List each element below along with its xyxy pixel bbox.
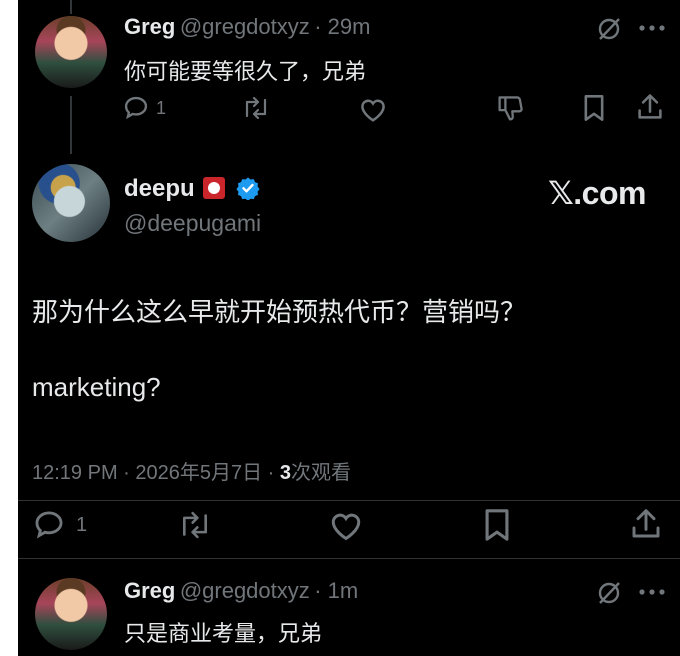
screen: Greg @gregdotxyz · 29m 你可能要等很久了，兄弟 1 dee… [18, 0, 680, 656]
tweet-meta: 12:19 PM · 2026年5月7日 · 3次观看 [32, 456, 351, 485]
views-label: 次观看 [291, 462, 352, 484]
thread-line-top [70, 0, 72, 14]
views-count: 3 [279, 462, 292, 484]
verified-badge-icon [235, 176, 260, 205]
main-author-row: deepu [124, 175, 260, 205]
reply-icon[interactable] [32, 508, 66, 542]
divider [18, 558, 680, 559]
grok-icon[interactable] [594, 578, 624, 608]
avatar-greg[interactable] [35, 578, 107, 650]
bookmark-icon[interactable] [582, 94, 606, 122]
reply-icon[interactable] [122, 94, 150, 122]
main-tweet-text-line2: marketing? [32, 372, 161, 402]
tweet-timestamp[interactable]: 12:19 PM · 2026年5月7日 · [32, 462, 280, 484]
more-icon[interactable] [638, 586, 666, 598]
divider [18, 500, 680, 501]
share-icon[interactable] [636, 92, 664, 122]
bookmark-icon[interactable] [482, 508, 512, 542]
reply-count: 1 [76, 514, 88, 536]
author-name[interactable]: deepu [124, 175, 195, 202]
author-handle[interactable]: @deepugami [124, 210, 261, 237]
author-handle[interactable]: @gregdotxyz [180, 578, 310, 603]
author-name[interactable]: Greg [124, 578, 175, 603]
post-time[interactable]: · 1m [314, 578, 358, 603]
main-tweet-text-line1: 那为什么这么早就开始预热代币？营销吗？ [32, 297, 527, 327]
x-brand-logo: 𝕏.com [548, 175, 646, 211]
retweet-icon[interactable] [176, 508, 214, 542]
author-name[interactable]: Greg [124, 14, 175, 39]
avatar-greg[interactable] [35, 16, 107, 88]
share-icon[interactable] [630, 506, 662, 542]
mahjong-badge-icon [203, 177, 226, 199]
reply-top-text: 你可能要等很久了，兄弟 [124, 59, 367, 84]
reply-top-header: Greg @gregdotxyz · 29m [124, 14, 370, 40]
retweet-icon[interactable] [240, 94, 272, 122]
avatar-deepu[interactable] [32, 164, 110, 242]
like-icon[interactable] [358, 95, 388, 123]
like-icon[interactable] [328, 508, 364, 542]
reply-count: 1 [156, 98, 167, 118]
grok-icon[interactable] [594, 14, 624, 44]
post-time[interactable]: · 29m [314, 14, 370, 39]
more-icon[interactable] [638, 22, 666, 34]
author-handle[interactable]: @gregdotxyz [180, 14, 310, 39]
dislike-icon[interactable] [496, 94, 524, 124]
reply-bottom-header: Greg @gregdotxyz · 1m [124, 578, 358, 604]
reply-bottom-text: 只是商业考量，兄弟 [124, 621, 323, 646]
thread-line-middle [70, 96, 72, 154]
